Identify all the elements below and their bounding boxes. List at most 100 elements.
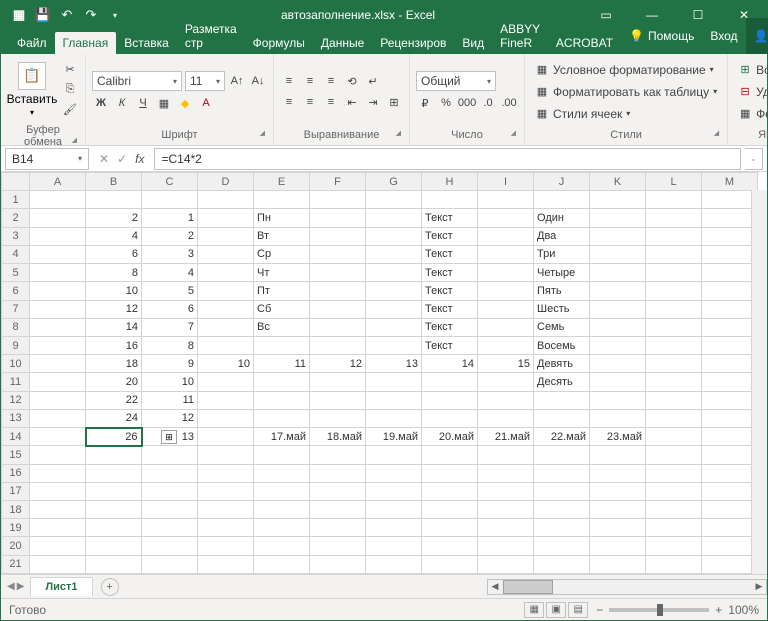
cell[interactable] (534, 519, 590, 537)
cell[interactable]: 14 (86, 318, 142, 336)
cell[interactable] (310, 446, 366, 464)
cell[interactable] (310, 555, 366, 573)
underline-button[interactable]: Ч (134, 94, 152, 112)
row-header[interactable]: 9 (2, 336, 30, 354)
cell[interactable] (366, 500, 422, 518)
cell[interactable] (30, 446, 86, 464)
thousands-icon[interactable]: 000 (458, 94, 476, 112)
column-header[interactable]: H (422, 173, 478, 191)
cell[interactable] (478, 336, 534, 354)
cell[interactable]: 8 (86, 264, 142, 282)
cell[interactable]: Пт (254, 282, 310, 300)
row-header[interactable]: 2 (2, 209, 30, 227)
cell[interactable] (198, 391, 254, 409)
cell[interactable] (254, 409, 310, 427)
row-header[interactable]: 4 (2, 245, 30, 263)
row-header[interactable]: 18 (2, 500, 30, 518)
insert-cells-button[interactable]: ⊞Вставить▾ (734, 60, 768, 80)
row-header[interactable]: 8 (2, 318, 30, 336)
cell[interactable]: 7 (142, 318, 198, 336)
cell[interactable] (702, 409, 758, 427)
cell[interactable] (646, 300, 702, 318)
cell[interactable] (478, 391, 534, 409)
sheet-nav-next-icon[interactable]: ▶ (17, 581, 25, 592)
cell[interactable] (142, 446, 198, 464)
cell[interactable]: Текст (422, 227, 478, 245)
inc-decimal-icon[interactable]: .0 (479, 94, 497, 112)
cell[interactable]: 2 (142, 227, 198, 245)
cell[interactable] (30, 519, 86, 537)
cell[interactable] (366, 391, 422, 409)
spreadsheet-grid[interactable]: ABCDEFGHIJKLM1221ПнТекстОдин342ВтТекстДв… (1, 172, 767, 574)
column-header[interactable]: M (702, 173, 758, 191)
tab-home[interactable]: Главная (55, 32, 117, 54)
cell[interactable]: Вс (254, 318, 310, 336)
scroll-left-icon[interactable]: ◀ (488, 581, 502, 592)
cell[interactable] (254, 482, 310, 500)
cell[interactable] (198, 209, 254, 227)
cell[interactable]: 1 (142, 209, 198, 227)
cell[interactable] (702, 191, 758, 209)
cell[interactable]: 22 (86, 391, 142, 409)
cell[interactable] (310, 464, 366, 482)
cell[interactable] (30, 209, 86, 227)
cell[interactable] (590, 482, 646, 500)
cell[interactable] (422, 555, 478, 573)
cell[interactable]: Пн (254, 209, 310, 227)
zoom-in-icon[interactable]: + (715, 603, 722, 617)
cut-icon[interactable]: ✂ (61, 60, 79, 78)
cell[interactable]: Текст (422, 245, 478, 263)
row-header[interactable]: 12 (2, 391, 30, 409)
cell[interactable] (254, 391, 310, 409)
cell[interactable] (646, 519, 702, 537)
cell[interactable]: 11 (142, 391, 198, 409)
cell[interactable] (198, 500, 254, 518)
scroll-right-icon[interactable]: ▶ (752, 581, 766, 592)
cell[interactable] (422, 446, 478, 464)
cell[interactable] (86, 555, 142, 573)
cell[interactable] (646, 464, 702, 482)
cell[interactable]: 17.май (254, 428, 310, 446)
cell[interactable] (198, 245, 254, 263)
cell[interactable] (478, 409, 534, 427)
cell[interactable] (30, 191, 86, 209)
cell[interactable] (366, 245, 422, 263)
zoom-slider[interactable] (609, 608, 709, 612)
cell[interactable] (478, 464, 534, 482)
row-header[interactable]: 3 (2, 227, 30, 245)
tab-login[interactable]: Вход (702, 25, 745, 47)
row-header[interactable]: 1 (2, 191, 30, 209)
cell[interactable] (646, 355, 702, 373)
cell[interactable] (422, 391, 478, 409)
cell[interactable]: 21.май (478, 428, 534, 446)
cell[interactable] (646, 446, 702, 464)
cell[interactable] (142, 519, 198, 537)
column-header[interactable]: D (198, 173, 254, 191)
cell[interactable] (590, 373, 646, 391)
cell[interactable] (30, 555, 86, 573)
cell[interactable] (366, 191, 422, 209)
cell[interactable]: Вт (254, 227, 310, 245)
cell[interactable] (86, 482, 142, 500)
cell[interactable] (198, 336, 254, 354)
cell[interactable] (590, 355, 646, 373)
tab-file[interactable]: Файл (9, 32, 55, 54)
cell[interactable] (366, 519, 422, 537)
cell[interactable]: 6 (86, 245, 142, 263)
cell[interactable] (702, 336, 758, 354)
cell[interactable] (86, 537, 142, 555)
cell[interactable] (142, 464, 198, 482)
cell[interactable] (366, 409, 422, 427)
cell[interactable] (478, 227, 534, 245)
cell[interactable] (534, 446, 590, 464)
cell[interactable] (590, 300, 646, 318)
cell[interactable] (590, 464, 646, 482)
cell[interactable] (198, 482, 254, 500)
cell[interactable] (310, 191, 366, 209)
cell[interactable] (30, 537, 86, 555)
format-as-table-button[interactable]: ▦Форматировать как таблицу▾ (531, 82, 721, 102)
column-header[interactable]: B (86, 173, 142, 191)
expand-formula-icon[interactable]: ⌄ (745, 148, 763, 170)
align-top-icon[interactable]: ≡ (280, 72, 298, 90)
tab-help[interactable]: 💡Помощь (621, 25, 702, 47)
